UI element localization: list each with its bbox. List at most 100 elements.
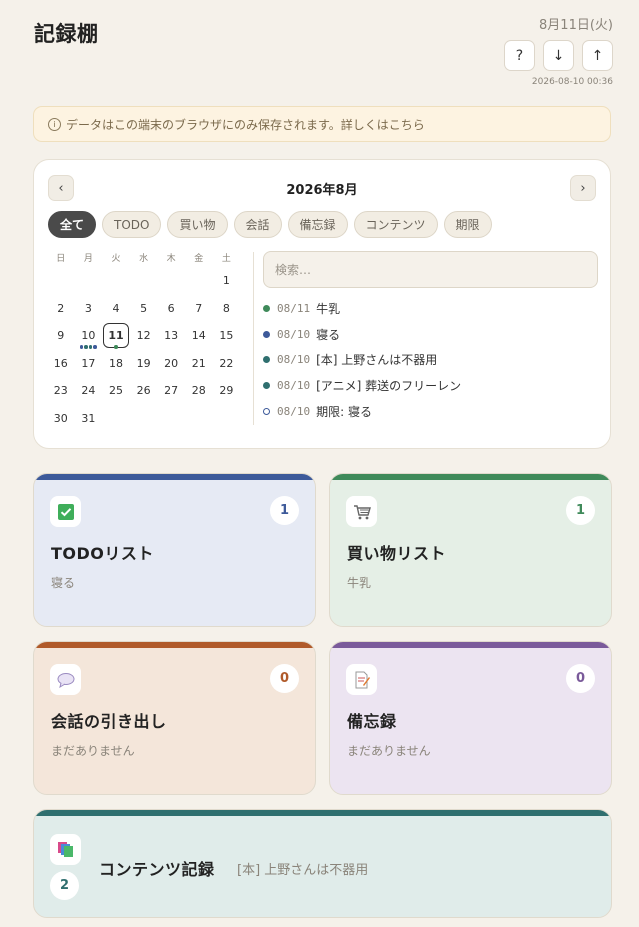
day-number: 23 bbox=[53, 384, 68, 397]
calendar-day[interactable]: 5 bbox=[130, 295, 158, 323]
filter-chip[interactable]: 期限 bbox=[443, 211, 492, 238]
event-marker-dot bbox=[93, 345, 97, 349]
filter-chip[interactable]: TODO bbox=[102, 211, 162, 238]
card-accent-bar bbox=[330, 474, 611, 480]
calendar-day[interactable]: 27 bbox=[157, 377, 185, 405]
calendar-day[interactable]: 22 bbox=[213, 350, 241, 378]
event-date: 08/11 bbox=[277, 302, 311, 316]
day-number: 2 bbox=[57, 301, 65, 315]
empty-day bbox=[157, 267, 185, 295]
day-number: 22 bbox=[219, 356, 234, 370]
day-markers bbox=[102, 345, 130, 349]
calendar-day[interactable]: 3 bbox=[75, 295, 103, 323]
calendar-day[interactable]: 14 bbox=[185, 322, 213, 350]
last-saved-timestamp: 2026-08-10 00:36 bbox=[531, 77, 613, 87]
calendar-day[interactable]: 1 bbox=[213, 267, 241, 295]
contents-count: 2 bbox=[50, 871, 79, 900]
event-text: [アニメ] 葬送のフリーレン bbox=[316, 379, 462, 394]
day-number: 26 bbox=[136, 384, 151, 397]
event-text: 牛乳 bbox=[316, 302, 341, 317]
storage-notice-text: データはこの端末のブラウザにのみ保存されます。詳しくはこちら bbox=[66, 117, 425, 132]
calendar-day[interactable]: 15 bbox=[213, 322, 241, 350]
empty-day bbox=[130, 405, 158, 433]
week-row: 16 17 18 19 20 21 22 bbox=[47, 350, 240, 378]
event-item[interactable]: 08/10 期限: 寝る bbox=[263, 398, 598, 424]
contents-card[interactable]: 2 コンテンツ記録 [本] 上野さんは不器用 bbox=[33, 809, 612, 918]
calendar-day[interactable]: 12 bbox=[130, 322, 158, 350]
calendar-day[interactable]: 30 bbox=[47, 405, 75, 433]
day-number: 15 bbox=[219, 329, 234, 342]
conversation-card[interactable]: 0 会話の引き出し まだありません bbox=[33, 641, 316, 795]
calendar-day[interactable]: 26 bbox=[130, 377, 158, 405]
calendar-day[interactable]: 16 bbox=[47, 350, 75, 378]
calendar-day[interactable]: 23 bbox=[47, 377, 75, 405]
next-month-button[interactable]: › bbox=[570, 175, 596, 201]
calendar-day[interactable]: 20 bbox=[157, 350, 185, 378]
day-number: 30 bbox=[53, 411, 68, 425]
books-icon bbox=[50, 834, 81, 865]
day-number: 13 bbox=[164, 329, 179, 342]
event-marker-dot bbox=[84, 345, 88, 349]
checkbox-icon bbox=[50, 496, 81, 527]
calendar-day[interactable]: 7 bbox=[185, 295, 213, 323]
header: 記録棚 8月11日(火) ? ↓ ↑ 2026-08-10 00:36 bbox=[34, 14, 613, 94]
filter-chip[interactable]: コンテンツ bbox=[353, 211, 438, 238]
event-item[interactable]: 08/10 [アニメ] 葬送のフリーレン bbox=[263, 373, 598, 399]
shopping-latest: 牛乳 bbox=[347, 576, 372, 590]
weekday-label: 金 bbox=[194, 254, 204, 264]
day-number: 8 bbox=[222, 301, 230, 315]
day-number: 21 bbox=[191, 356, 206, 370]
header-actions: ? ↓ ↑ bbox=[504, 40, 613, 71]
week-row: 9 10 11 12 13 14 15 bbox=[47, 322, 240, 350]
calendar-day[interactable]: 19 bbox=[130, 350, 158, 378]
event-text: [本] 上野さんは不器用 bbox=[316, 353, 438, 368]
todo-title: TODOリスト bbox=[51, 544, 154, 563]
day-number: 7 bbox=[195, 301, 203, 315]
event-item[interactable]: 08/11 牛乳 bbox=[263, 296, 598, 322]
memo-card[interactable]: 0 備忘録 まだありません bbox=[329, 641, 612, 795]
calendar-day[interactable]: 6 bbox=[157, 295, 185, 323]
upload-button[interactable]: ↑ bbox=[582, 40, 613, 71]
calendar-day[interactable]: 31 bbox=[75, 405, 103, 433]
filter-chip[interactable]: 会話 bbox=[233, 211, 282, 238]
calendar-day[interactable]: 2 bbox=[47, 295, 75, 323]
weekday-label: 火 bbox=[111, 254, 121, 264]
help-button[interactable]: ? bbox=[504, 40, 535, 71]
calendar-day[interactable]: 8 bbox=[213, 295, 241, 323]
download-button[interactable]: ↓ bbox=[543, 40, 574, 71]
event-color-dot bbox=[263, 407, 270, 415]
search-input[interactable] bbox=[263, 251, 598, 288]
day-number: 6 bbox=[167, 301, 175, 315]
event-item[interactable]: 08/10 [本] 上野さんは不器用 bbox=[263, 347, 598, 373]
shopping-count: 1 bbox=[566, 496, 595, 525]
shopping-card[interactable]: 1 買い物リスト 牛乳 bbox=[329, 473, 612, 627]
calendar-day[interactable]: 24 bbox=[75, 377, 103, 405]
week-row: 2 3 4 5 6 7 8 bbox=[47, 295, 240, 323]
filter-chip[interactable]: 備忘録 bbox=[287, 211, 348, 238]
calendar-day[interactable]: 17 bbox=[75, 350, 103, 378]
calendar-day[interactable]: 9 bbox=[47, 322, 75, 350]
card-accent-bar bbox=[34, 810, 611, 816]
day-number: 28 bbox=[191, 384, 206, 397]
event-date: 08/10 bbox=[277, 327, 311, 341]
day-markers bbox=[75, 345, 103, 349]
todo-card[interactable]: 1 TODOリスト 寝る bbox=[33, 473, 316, 627]
calendar-day[interactable]: 18 bbox=[102, 350, 130, 378]
calendar-day[interactable]: 10 bbox=[75, 322, 103, 350]
event-item[interactable]: 08/10 寝る bbox=[263, 322, 598, 348]
day-number: 29 bbox=[219, 384, 234, 397]
calendar-grid: 日月火水木金土 1 2 3 4 5 6 7 8 9 10 11 12 13 14 15 16 17 18 19 20 2… bbox=[47, 251, 240, 432]
calendar-day[interactable]: 13 bbox=[157, 322, 185, 350]
filter-chip[interactable]: 全て bbox=[48, 211, 97, 238]
divider bbox=[253, 252, 254, 425]
calendar-day[interactable]: 29 bbox=[213, 377, 241, 405]
calendar-day[interactable]: 28 bbox=[185, 377, 213, 405]
calendar-day[interactable]: 21 bbox=[185, 350, 213, 378]
calendar-day[interactable]: 25 bbox=[102, 377, 130, 405]
filter-chip[interactable]: 買い物 bbox=[167, 211, 228, 238]
day-number: 12 bbox=[136, 329, 151, 342]
calendar-day[interactable]: 4 bbox=[102, 295, 130, 323]
calendar-day[interactable]: 11 bbox=[102, 322, 130, 350]
storage-notice[interactable]: i データはこの端末のブラウザにのみ保存されます。詳しくはこちら bbox=[33, 106, 611, 142]
day-number: 5 bbox=[140, 301, 148, 315]
